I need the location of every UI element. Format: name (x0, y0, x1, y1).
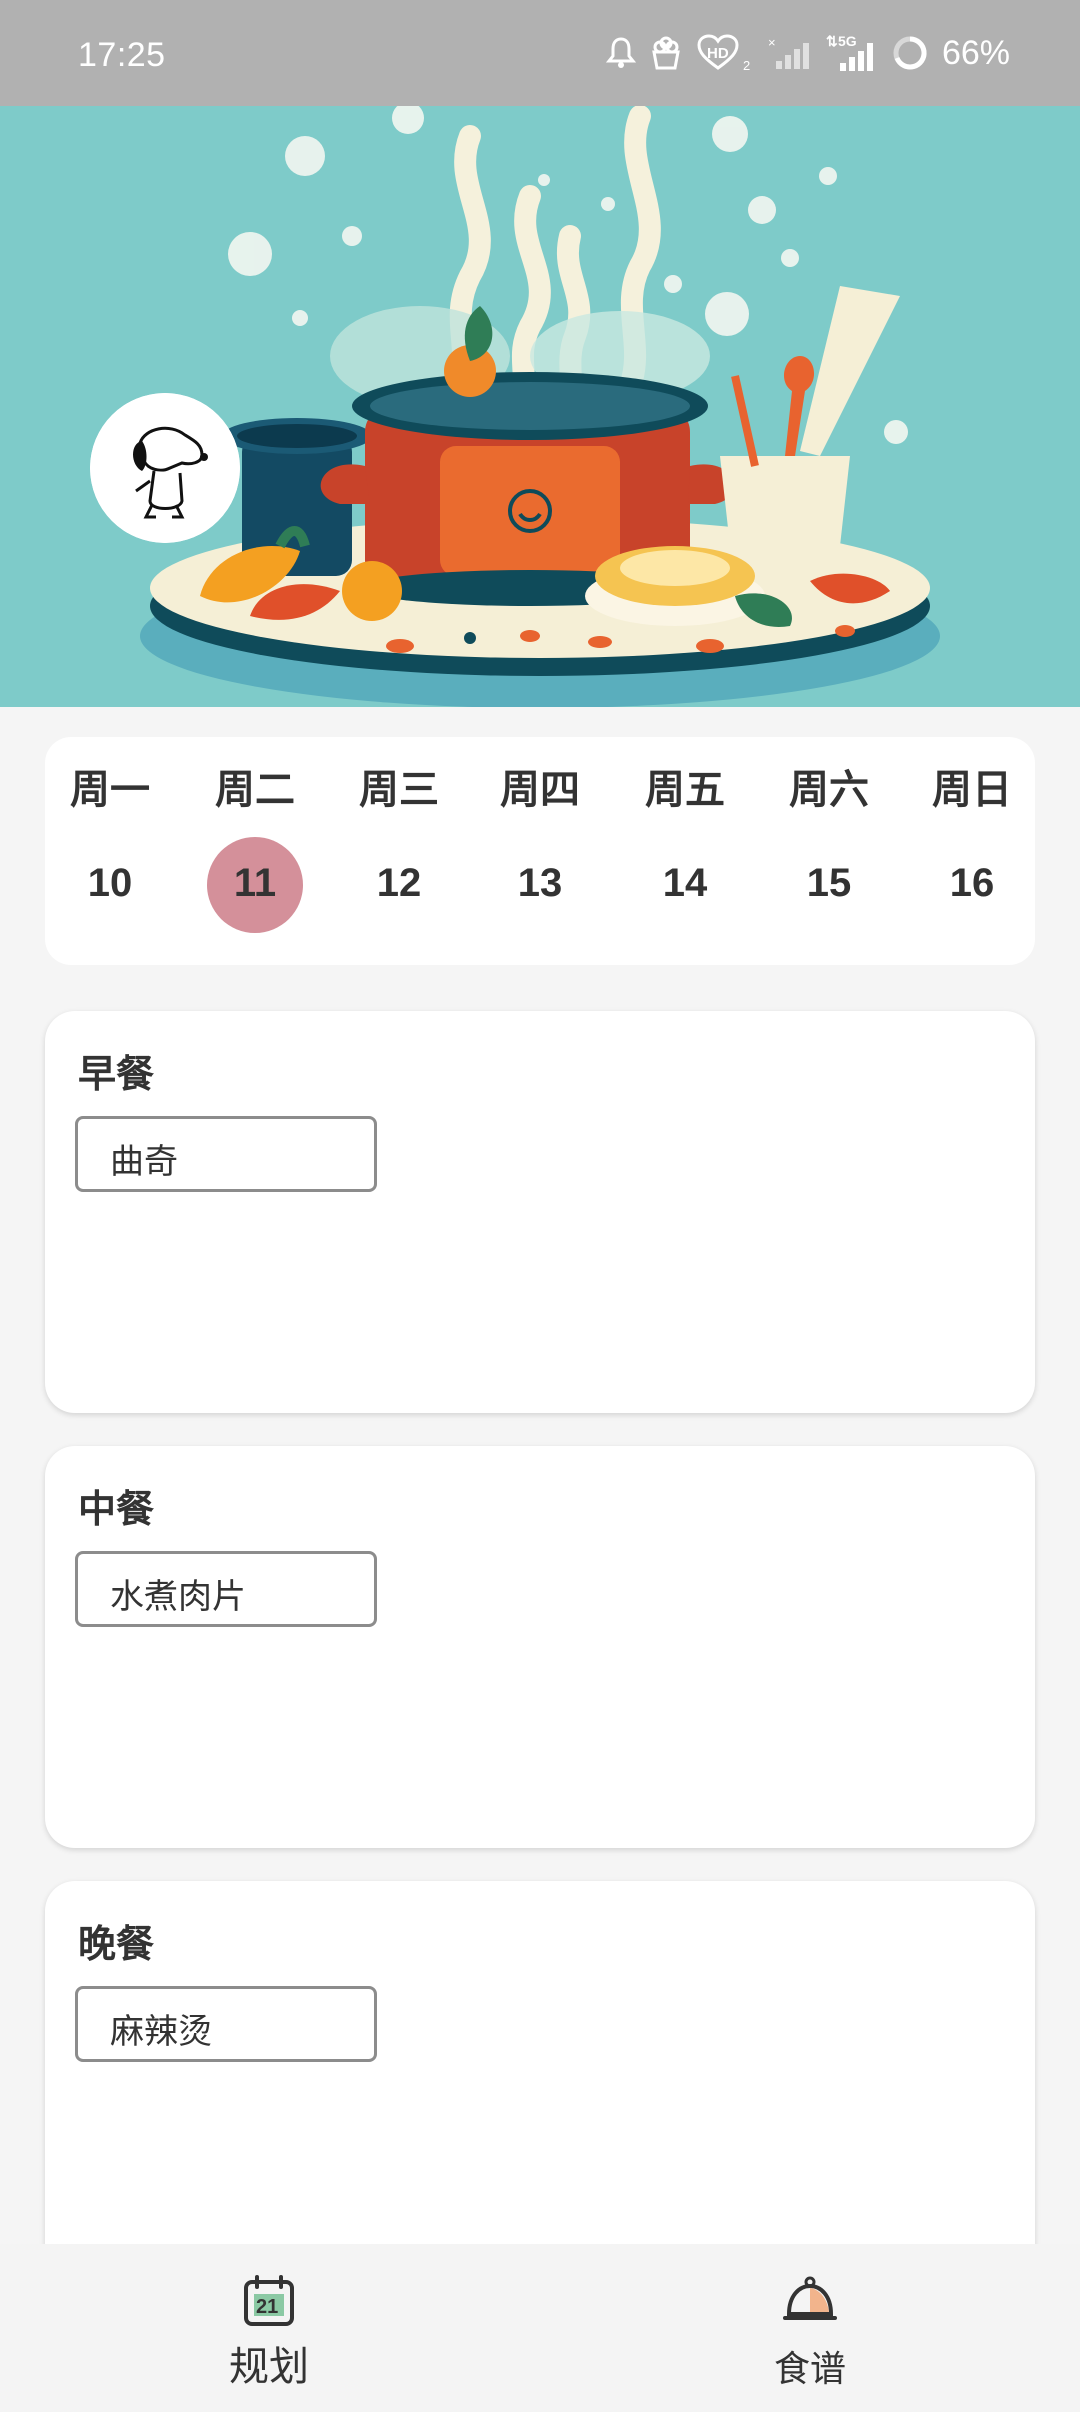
dish-chip[interactable]: 水煮肉片 (75, 1551, 377, 1627)
day-date-circle-selected[interactable]: 11 (207, 837, 303, 933)
notification-bell-icon (605, 37, 636, 68)
svg-text:×: × (768, 35, 776, 50)
day-name: 周二 (215, 767, 295, 813)
dish-chip[interactable]: 曲奇 (75, 1116, 377, 1192)
meal-title: 早餐 (78, 1052, 155, 1096)
svg-text:2: 2 (743, 58, 750, 72)
meal-card-dinner[interactable]: 晚餐 麻辣烫 (45, 1881, 1035, 2283)
day-date: 15 (806, 861, 852, 905)
day-name: 周日 (932, 767, 1012, 813)
battery-ring-icon (893, 36, 927, 70)
day-date-circle[interactable]: 15 (781, 837, 877, 933)
nav-label-plan: 规划 (229, 2344, 309, 2390)
meal-title: 晚餐 (78, 1922, 155, 1966)
day-date-circle[interactable]: 16 (924, 837, 1020, 933)
dish-chip[interactable]: 麻辣烫 (75, 1986, 377, 2062)
banner-illustration (0, 106, 1080, 707)
svg-text:⇅: ⇅ (826, 33, 838, 49)
day-date: 10 (87, 861, 133, 905)
battery-percentage: 66% (941, 33, 1010, 72)
signal-5g-icon: ⇅ 5G (826, 33, 873, 71)
day-date-circle[interactable]: 12 (351, 837, 447, 933)
day-date-circle[interactable]: 10 (62, 837, 158, 933)
cloche-icon (783, 2276, 837, 2320)
nav-tab-plan[interactable]: 21 规划 (169, 2244, 369, 2412)
day-date: 13 (517, 861, 563, 905)
day-date: 16 (949, 861, 995, 905)
day-name: 周六 (789, 767, 869, 813)
day-tuesday[interactable]: 周二 11 (190, 737, 320, 965)
hd-voice-icon: HD 2 (697, 34, 750, 72)
svg-text:5G: 5G (838, 33, 857, 49)
nav-label-recipes: 食谱 (773, 2349, 846, 2390)
day-saturday[interactable]: 周六 15 (764, 737, 894, 965)
dish-name: 曲奇 (110, 1142, 178, 1182)
dish-name: 水煮肉片 (110, 1577, 246, 1617)
status-icons: HD 2 × ⇅ 5G 66% (605, 30, 1010, 76)
day-friday[interactable]: 周五 14 (620, 737, 750, 965)
day-wednesday[interactable]: 周三 12 (334, 737, 464, 965)
day-name: 周三 (359, 767, 439, 813)
meal-title: 中餐 (78, 1487, 155, 1531)
day-name: 周五 (645, 767, 725, 813)
day-sunday[interactable]: 周日 16 (907, 737, 1037, 965)
day-name: 周一 (70, 767, 150, 813)
status-bar: 17:25 HD 2 × ⇅ 5G 66% (0, 0, 1080, 106)
snoopy-avatar-icon (90, 393, 240, 543)
svg-text:21: 21 (256, 2296, 278, 2318)
day-date: 12 (376, 861, 422, 905)
bottom-navigation: 21 规划 食谱 (0, 2244, 1080, 2412)
meal-card-lunch[interactable]: 中餐 水煮肉片 (45, 1446, 1035, 1848)
day-date: 14 (662, 861, 708, 905)
meal-card-breakfast[interactable]: 早餐 曲奇 (45, 1011, 1035, 1413)
status-time: 17:25 (78, 36, 166, 74)
signal-icon: × (768, 35, 809, 69)
day-date: 11 (233, 861, 277, 905)
snoopy-avatar[interactable] (90, 393, 240, 543)
day-monday[interactable]: 周一 10 (45, 737, 175, 965)
week-selector: 周一 10 周二 11 周三 12 周四 13 周五 14 周六 15 周日 1… (45, 737, 1035, 965)
nav-tab-recipes[interactable]: 食谱 (710, 2244, 910, 2412)
dish-name: 麻辣烫 (110, 2012, 212, 2052)
day-name: 周四 (500, 767, 580, 813)
cake-icon (652, 36, 680, 70)
calendar-icon: 21 (244, 2275, 294, 2326)
svg-text:HD: HD (707, 45, 729, 62)
day-thursday[interactable]: 周四 13 (475, 737, 605, 965)
day-date-circle[interactable]: 14 (637, 837, 733, 933)
day-date-circle[interactable]: 13 (492, 837, 588, 933)
